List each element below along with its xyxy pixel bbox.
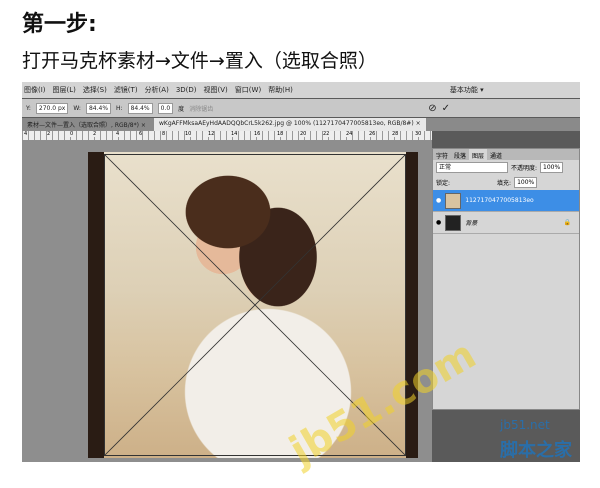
layer-name: 背景 (465, 220, 478, 227)
ruler-tick-label: 8 (162, 131, 166, 137)
opacity-field[interactable]: 100% (540, 162, 564, 173)
ruler-tick-label: 16 (254, 131, 261, 137)
w-label: W: (73, 104, 81, 112)
lock-label: 锁定: (436, 180, 451, 187)
menu-select[interactable]: 选择(S) (83, 85, 107, 95)
layer-thumbnail (445, 192, 462, 209)
ruler-tick-label: 24 (346, 131, 353, 137)
blend-mode-select[interactable]: 正常 (436, 162, 508, 173)
commit-transform-button[interactable]: ✓ (442, 103, 450, 114)
height-field[interactable]: 84.4% (127, 102, 153, 114)
menu-filter[interactable]: 滤镜(T) (114, 85, 138, 95)
options-bar: Y: 270.0 px W: 84.4% H: 84.4% 0.0 度 消除锯齿… (22, 99, 580, 117)
tab-layers[interactable]: 图层 (469, 149, 488, 160)
menu-view[interactable]: 视图(V) (204, 85, 228, 95)
menu-window[interactable]: 窗口(W) (235, 85, 261, 95)
width-field[interactable]: 84.4% (85, 102, 112, 114)
ruler-tick-label: 28 (392, 131, 399, 137)
tab-document-2[interactable]: wKgAFFMksaAEyHdAADQQbCrL5k262.jpg @ 100%… (154, 118, 426, 131)
menu-help[interactable]: 帮助(H) (268, 85, 293, 95)
ruler-tick-label: 12 (208, 131, 215, 137)
watermark-name: 脚本之家 (500, 440, 572, 461)
menu-analysis[interactable]: 分析(A) (145, 85, 169, 95)
h-label: H: (116, 104, 123, 112)
menu-3d[interactable]: 3D(D) (176, 86, 197, 94)
ruler-tick-label: 0 (70, 131, 74, 137)
ruler-tick-label: 2 (47, 131, 51, 137)
y-label: Y: (26, 104, 31, 112)
tab-document-1[interactable]: 素材—文件—置入（选取合照）, RGB/8*) × (22, 118, 154, 131)
ruler-tick-label: 4 (24, 131, 28, 137)
layer-row[interactable]: ● 背景 🔒 (433, 212, 579, 234)
menu-layer[interactable]: 图层(L) (53, 85, 76, 95)
fill-label: 填充: (497, 180, 512, 187)
workspace-switcher[interactable]: 基本功能 ▾ (450, 85, 484, 95)
cancel-transform-button[interactable]: ⊘ (428, 103, 436, 114)
ruler-tick-label: 2 (93, 131, 97, 137)
angle-field[interactable]: 0.0 (157, 102, 174, 114)
eye-icon[interactable]: ● (436, 219, 441, 226)
layer-name: 1127170477005813eo (465, 197, 534, 204)
layer-thumbnail (445, 214, 462, 231)
photoshop-window: 图像(I) 图层(L) 选择(S) 滤镜(T) 分析(A) 3D(D) 视图(V… (22, 82, 580, 462)
tab-paragraph[interactable]: 段落 (451, 149, 469, 160)
tab-channels[interactable]: 通道 (487, 149, 505, 160)
eye-icon[interactable]: ● (436, 197, 441, 204)
ruler-tick-label: 14 (231, 131, 238, 137)
menu-bar: 图像(I) 图层(L) 选择(S) 滤镜(T) 分析(A) 3D(D) 视图(V… (22, 82, 580, 98)
ruler-tick-label: 30 (415, 131, 422, 137)
opacity-label: 不透明度: (511, 165, 538, 172)
ruler-tick-label: 4 (116, 131, 120, 137)
ruler-tick-label: 26 (369, 131, 376, 137)
document-tabs: 素材—文件—置入（选取合照）, RGB/8*) × wKgAFFMksaAEyH… (22, 118, 580, 131)
layer-row[interactable]: ● 1127170477005813eo (433, 190, 579, 212)
mug-background-left (88, 152, 104, 458)
step-title: 第一步: (22, 12, 97, 37)
degree-label: 度 (178, 105, 185, 113)
watermark-site: jb51.net (500, 418, 550, 432)
horizontal-ruler: 4 2 0 2 4 6 8 10 12 14 16 18 20 22 24 26 28 30 (22, 131, 432, 140)
y-field[interactable]: 270.0 px (35, 102, 69, 114)
ruler-tick-label: 10 (185, 131, 192, 137)
antialias-checkbox[interactable]: 消除锯齿 (189, 104, 213, 113)
lock-icon: 🔒 (563, 219, 571, 226)
fill-field[interactable]: 100% (514, 177, 538, 188)
ruler-tick-label: 6 (139, 131, 143, 137)
menu-image[interactable]: 图像(I) (24, 85, 46, 95)
tab-character[interactable]: 字符 (433, 149, 451, 160)
ruler-tick-label: 22 (323, 131, 330, 137)
ruler-tick-label: 20 (300, 131, 307, 137)
ruler-tick-label: 18 (277, 131, 284, 137)
step-instruction: 打开马克杯素材→文件→置入（选取合照） (22, 50, 377, 72)
